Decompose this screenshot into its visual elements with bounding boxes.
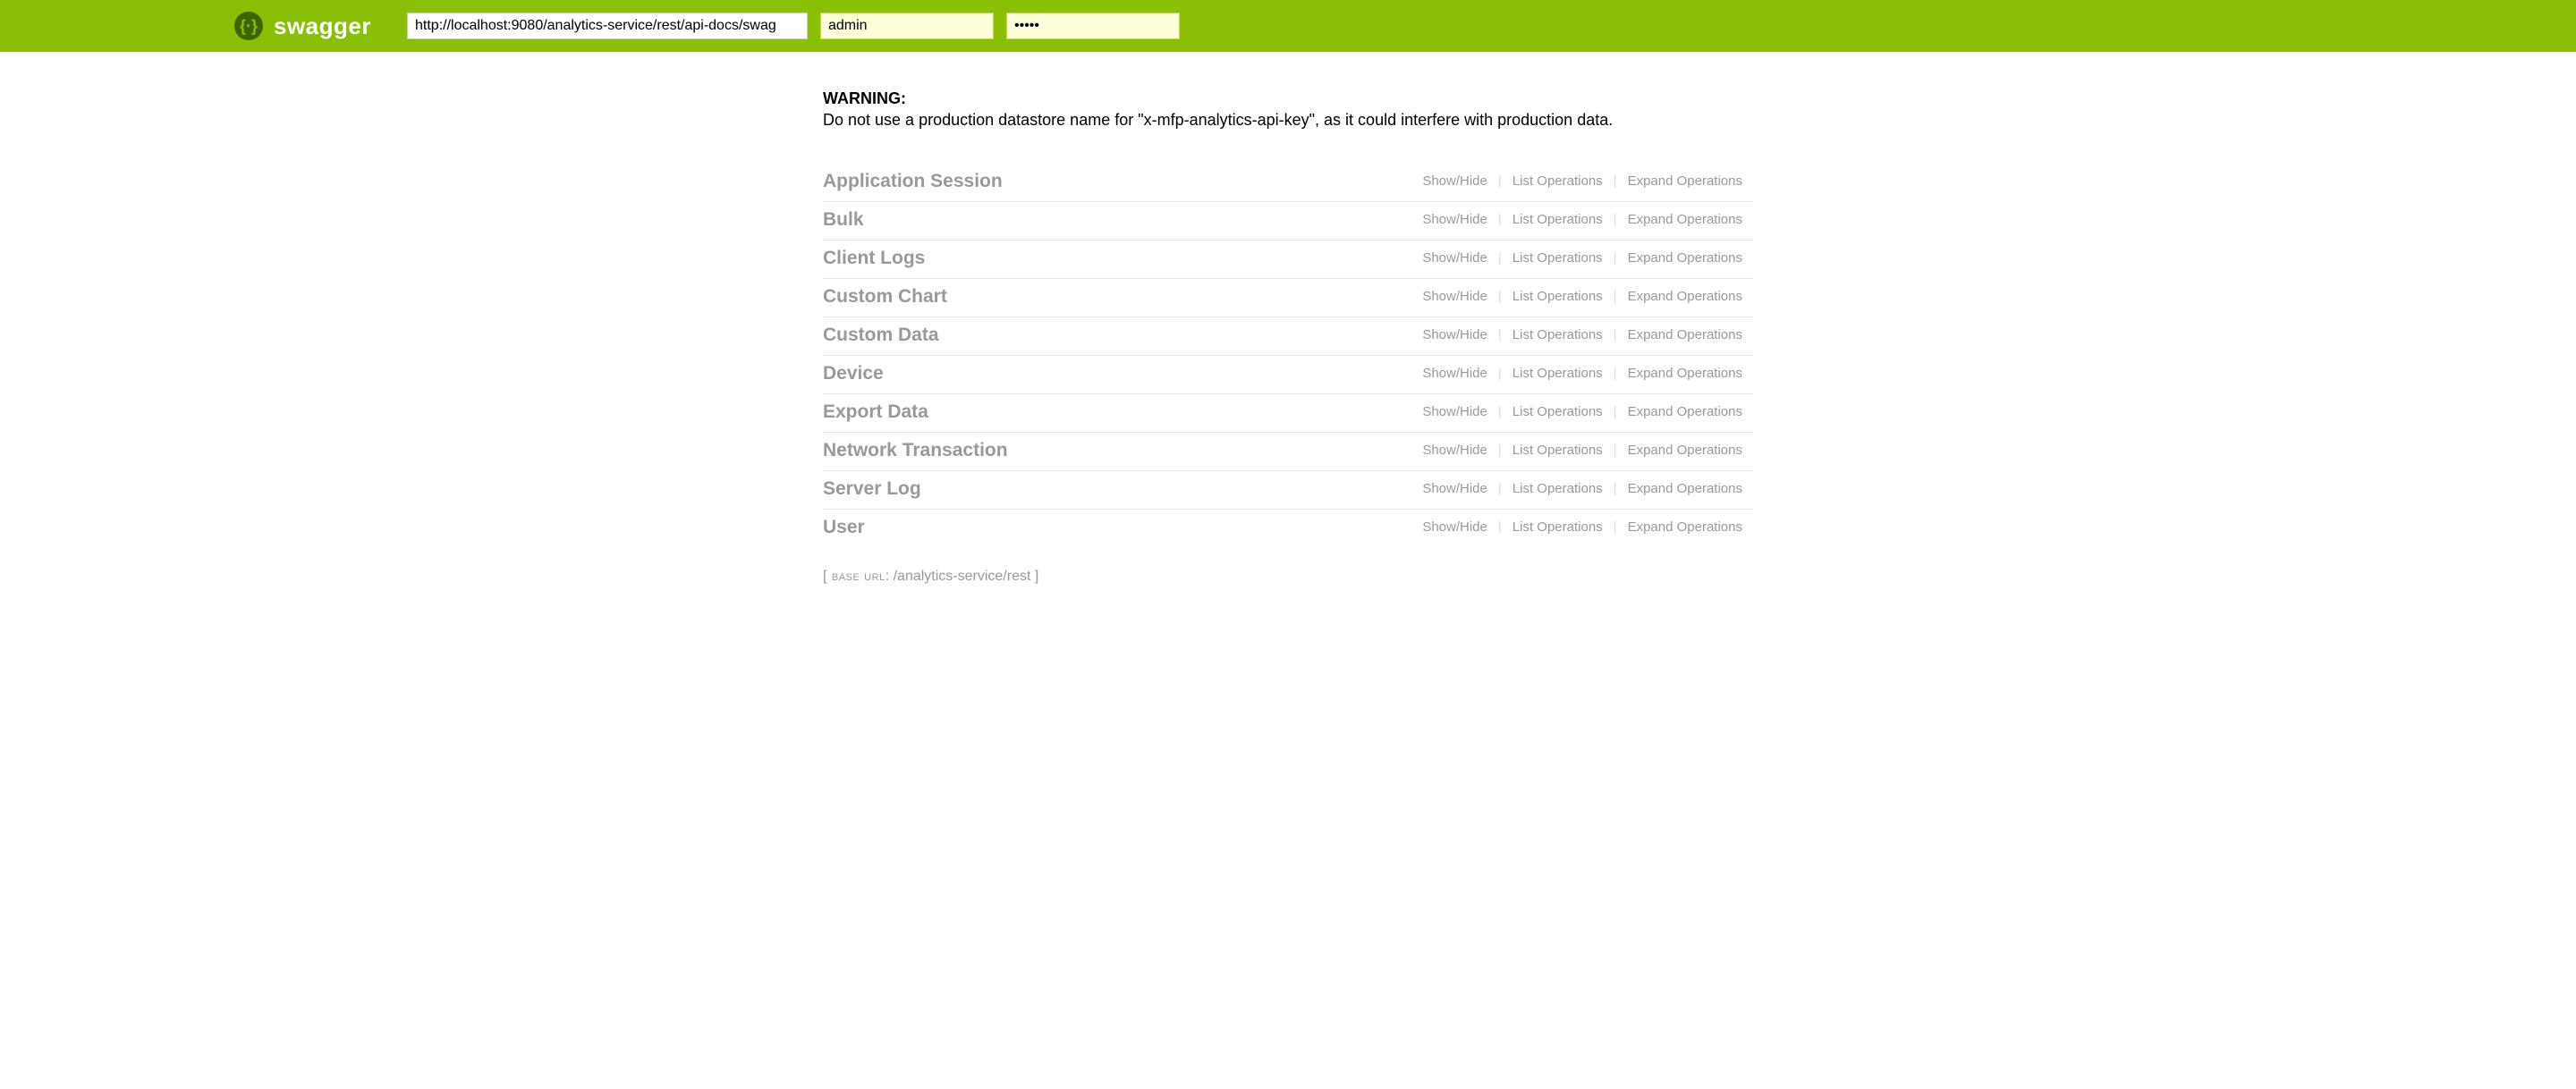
show-hide-link[interactable]: Show/Hide xyxy=(1411,481,1498,496)
resource-title[interactable]: Device xyxy=(823,363,884,384)
expand-operations-link[interactable]: Expand Operations xyxy=(1617,366,1753,381)
list-operations-link[interactable]: List Operations xyxy=(1502,327,1614,342)
list-operations-link[interactable]: List Operations xyxy=(1502,173,1614,189)
resource-row: Client Logs Show/Hide|List Operations|Exp… xyxy=(823,241,1753,279)
resource-row: Bulk Show/Hide|List Operations|Expand Ope… xyxy=(823,202,1753,241)
warning-text: Do not use a production datastore name f… xyxy=(823,111,1613,129)
resource-title[interactable]: Custom Data xyxy=(823,325,939,346)
show-hide-link[interactable]: Show/Hide xyxy=(1411,404,1498,419)
resource-row: User Show/Hide|List Operations|Expand Ope… xyxy=(823,510,1753,547)
list-operations-link[interactable]: List Operations xyxy=(1502,289,1614,304)
resource-row: Custom Data Show/Hide|List Operations|Exp… xyxy=(823,317,1753,356)
expand-operations-link[interactable]: Expand Operations xyxy=(1617,519,1753,535)
resource-actions: Show/Hide|List Operations|Expand Operati… xyxy=(1411,289,1753,304)
list-operations-link[interactable]: List Operations xyxy=(1502,481,1614,496)
resource-actions: Show/Hide|List Operations|Expand Operati… xyxy=(1411,404,1753,419)
show-hide-link[interactable]: Show/Hide xyxy=(1411,327,1498,342)
show-hide-link[interactable]: Show/Hide xyxy=(1411,443,1498,458)
resource-actions: Show/Hide|List Operations|Expand Operati… xyxy=(1411,519,1753,535)
resource-actions: Show/Hide|List Operations|Expand Operati… xyxy=(1411,443,1753,458)
resource-title[interactable]: Export Data xyxy=(823,401,928,423)
show-hide-link[interactable]: Show/Hide xyxy=(1411,212,1498,227)
expand-operations-link[interactable]: Expand Operations xyxy=(1617,443,1753,458)
main-container: WARNING: Do not use a production datasto… xyxy=(823,52,1753,612)
list-operations-link[interactable]: List Operations xyxy=(1502,212,1614,227)
resource-title[interactable]: Network Transaction xyxy=(823,440,1008,461)
show-hide-link[interactable]: Show/Hide xyxy=(1411,289,1498,304)
warning-block: WARNING: Do not use a production datasto… xyxy=(823,88,1753,131)
resource-row: Network Transaction Show/Hide|List Operat… xyxy=(823,433,1753,471)
expand-operations-link[interactable]: Expand Operations xyxy=(1617,404,1753,419)
resource-row: Custom Chart Show/Hide|List Operations|Ex… xyxy=(823,279,1753,317)
warning-label: WARNING: xyxy=(823,89,906,107)
expand-operations-link[interactable]: Expand Operations xyxy=(1617,212,1753,227)
list-operations-link[interactable]: List Operations xyxy=(1502,443,1614,458)
list-operations-link[interactable]: List Operations xyxy=(1502,250,1614,266)
resource-row: Export Data Show/Hide|List Operations|Exp… xyxy=(823,394,1753,433)
expand-operations-link[interactable]: Expand Operations xyxy=(1617,289,1753,304)
resource-row: Server Log Show/Hide|List Operations|Expa… xyxy=(823,471,1753,510)
list-operations-link[interactable]: List Operations xyxy=(1502,404,1614,419)
resource-actions: Show/Hide|List Operations|Expand Operati… xyxy=(1411,173,1753,189)
list-operations-link[interactable]: List Operations xyxy=(1502,366,1614,381)
swagger-logo-icon: {·} xyxy=(234,12,263,40)
list-operations-link[interactable]: List Operations xyxy=(1502,519,1614,535)
expand-operations-link[interactable]: Expand Operations xyxy=(1617,481,1753,496)
show-hide-link[interactable]: Show/Hide xyxy=(1411,366,1498,381)
resource-title[interactable]: User xyxy=(823,517,865,538)
resource-actions: Show/Hide|List Operations|Expand Operati… xyxy=(1411,327,1753,342)
expand-operations-link[interactable]: Expand Operations xyxy=(1617,327,1753,342)
header-bar: {·} swagger xyxy=(0,0,2576,52)
resource-list: Application Session Show/Hide|List Operat… xyxy=(823,164,1753,547)
expand-operations-link[interactable]: Expand Operations xyxy=(1617,173,1753,189)
resource-row: Application Session Show/Hide|List Operat… xyxy=(823,164,1753,202)
show-hide-link[interactable]: Show/Hide xyxy=(1411,519,1498,535)
resource-title[interactable]: Application Session xyxy=(823,171,1003,192)
username-input[interactable] xyxy=(820,13,994,39)
show-hide-link[interactable]: Show/Hide xyxy=(1411,173,1498,189)
resource-title[interactable]: Server Log xyxy=(823,478,921,500)
show-hide-link[interactable]: Show/Hide xyxy=(1411,250,1498,266)
resource-title[interactable]: Client Logs xyxy=(823,248,925,269)
password-input[interactable] xyxy=(1006,13,1180,39)
base-url-label: [ base url xyxy=(823,569,886,584)
resource-title[interactable]: Custom Chart xyxy=(823,286,947,308)
base-url-footer: [ base url: /analytics-service/rest ] xyxy=(823,569,1753,585)
resource-row: Device Show/Hide|List Operations|Expand O… xyxy=(823,356,1753,394)
api-url-input[interactable] xyxy=(407,13,808,39)
expand-operations-link[interactable]: Expand Operations xyxy=(1617,250,1753,266)
resource-title[interactable]: Bulk xyxy=(823,209,864,231)
resource-actions: Show/Hide|List Operations|Expand Operati… xyxy=(1411,366,1753,381)
resource-actions: Show/Hide|List Operations|Expand Operati… xyxy=(1411,250,1753,266)
swagger-logo: {·} swagger xyxy=(234,12,371,40)
swagger-logo-text: swagger xyxy=(274,13,371,40)
resource-actions: Show/Hide|List Operations|Expand Operati… xyxy=(1411,212,1753,227)
base-url-value: : /analytics-service/rest ] xyxy=(886,569,1039,584)
resource-actions: Show/Hide|List Operations|Expand Operati… xyxy=(1411,481,1753,496)
